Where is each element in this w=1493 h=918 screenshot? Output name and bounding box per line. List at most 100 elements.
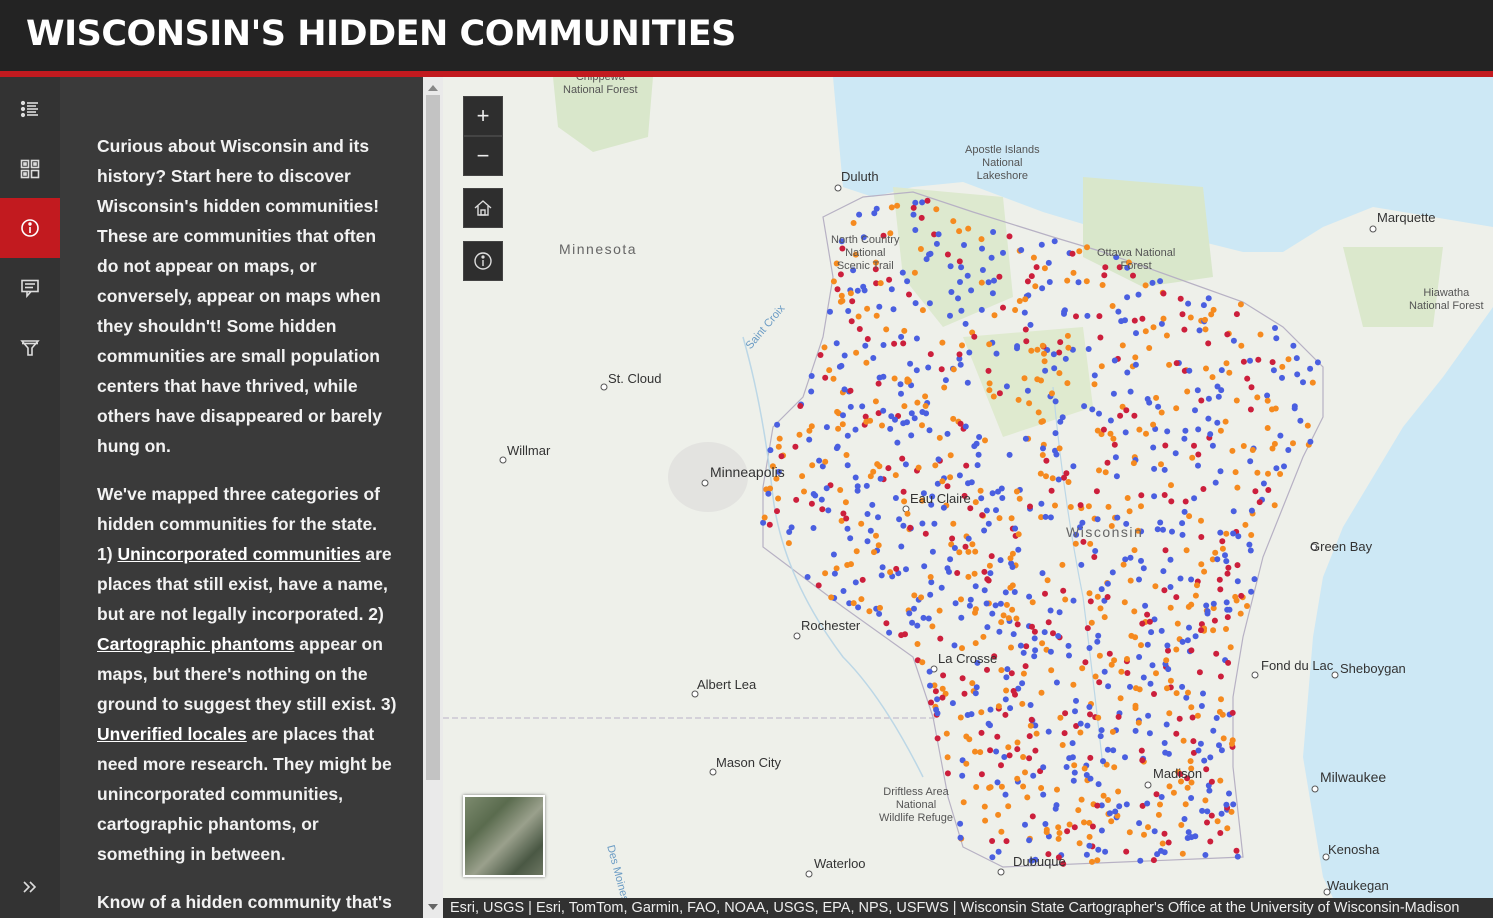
community-point[interactable]: [1196, 327, 1203, 334]
community-point[interactable]: [799, 473, 806, 480]
community-point[interactable]: [1041, 358, 1048, 365]
community-point[interactable]: [954, 570, 961, 576]
community-point[interactable]: [1006, 451, 1013, 458]
community-point[interactable]: [1112, 808, 1119, 815]
community-point[interactable]: [1062, 596, 1069, 603]
community-point[interactable]: [981, 587, 988, 594]
community-point[interactable]: [1151, 828, 1158, 835]
community-point[interactable]: [848, 561, 854, 568]
community-point[interactable]: [949, 535, 956, 542]
community-point[interactable]: [952, 600, 959, 607]
community-point[interactable]: [1033, 730, 1040, 737]
community-point[interactable]: [894, 439, 901, 446]
community-point[interactable]: [955, 295, 961, 302]
community-point[interactable]: [957, 361, 964, 368]
community-point[interactable]: [1158, 627, 1165, 634]
community-point[interactable]: [875, 380, 882, 387]
community-point[interactable]: [1000, 249, 1006, 256]
community-point[interactable]: [956, 472, 963, 479]
community-point[interactable]: [994, 733, 1001, 740]
community-point[interactable]: [1217, 777, 1224, 784]
community-point[interactable]: [1120, 561, 1127, 568]
community-point[interactable]: [859, 576, 866, 583]
community-point[interactable]: [978, 495, 985, 502]
community-point[interactable]: [1050, 351, 1057, 358]
community-point[interactable]: [1087, 754, 1094, 761]
community-point[interactable]: [1233, 311, 1240, 318]
community-point[interactable]: [919, 409, 926, 415]
community-point[interactable]: [1022, 769, 1028, 776]
community-point[interactable]: [1124, 656, 1130, 662]
community-point[interactable]: [914, 641, 921, 647]
community-point[interactable]: [1140, 674, 1147, 681]
community-point[interactable]: [982, 817, 989, 824]
community-point[interactable]: [1304, 422, 1311, 429]
community-point[interactable]: [1081, 765, 1088, 772]
community-point[interactable]: [1157, 519, 1164, 526]
community-point[interactable]: [1198, 397, 1205, 404]
community-point[interactable]: [1209, 374, 1216, 381]
community-point[interactable]: [1247, 406, 1254, 413]
community-point[interactable]: [1018, 247, 1025, 253]
community-point[interactable]: [1123, 848, 1130, 855]
community-point[interactable]: [1035, 409, 1042, 416]
community-point[interactable]: [1277, 471, 1284, 477]
community-point[interactable]: [890, 306, 897, 313]
community-point[interactable]: [1064, 277, 1071, 284]
community-point[interactable]: [993, 748, 1000, 755]
community-point[interactable]: [951, 545, 958, 551]
community-point[interactable]: [1217, 427, 1224, 434]
community-point[interactable]: [1166, 361, 1173, 368]
unverified-link[interactable]: Unverified locales: [97, 724, 247, 744]
community-point[interactable]: [1224, 825, 1231, 832]
community-point[interactable]: [1160, 568, 1167, 575]
community-point[interactable]: [965, 573, 972, 580]
community-point[interactable]: [922, 393, 929, 400]
community-point[interactable]: [1124, 369, 1131, 376]
community-point[interactable]: [998, 783, 1005, 790]
community-point[interactable]: [898, 390, 904, 397]
community-point[interactable]: [922, 530, 929, 537]
community-point[interactable]: [801, 488, 807, 495]
community-point[interactable]: [1005, 803, 1012, 810]
community-point[interactable]: [1142, 282, 1149, 289]
community-point[interactable]: [1140, 565, 1147, 572]
community-point[interactable]: [1121, 599, 1128, 606]
community-point[interactable]: [1057, 714, 1064, 721]
community-point[interactable]: [1107, 417, 1114, 424]
community-point[interactable]: [1008, 644, 1014, 651]
community-point[interactable]: [934, 696, 941, 703]
community-point[interactable]: [1202, 316, 1208, 323]
community-point[interactable]: [910, 204, 917, 211]
community-point[interactable]: [1238, 342, 1245, 349]
community-point[interactable]: [1066, 821, 1073, 828]
community-point[interactable]: [847, 290, 854, 297]
community-point[interactable]: [853, 548, 860, 555]
community-point[interactable]: [979, 245, 985, 252]
community-point[interactable]: [830, 375, 837, 382]
community-point[interactable]: [1016, 298, 1023, 304]
community-point[interactable]: [1015, 396, 1022, 403]
community-point[interactable]: [1115, 713, 1122, 720]
community-point[interactable]: [983, 507, 990, 514]
community-point[interactable]: [1153, 394, 1160, 401]
community-point[interactable]: [1131, 412, 1138, 419]
community-point[interactable]: [966, 349, 973, 356]
community-point[interactable]: [907, 524, 914, 531]
community-point[interactable]: [910, 211, 917, 218]
community-point[interactable]: [1216, 576, 1223, 583]
community-point[interactable]: [960, 799, 967, 806]
community-point[interactable]: [1192, 633, 1199, 640]
community-point[interactable]: [850, 220, 857, 226]
community-point[interactable]: [834, 286, 841, 293]
community-point[interactable]: [956, 228, 963, 235]
community-point[interactable]: [968, 287, 975, 294]
community-point[interactable]: [1176, 715, 1183, 722]
community-point[interactable]: [1010, 688, 1017, 694]
community-point[interactable]: [760, 519, 767, 526]
community-point[interactable]: [926, 427, 933, 434]
community-point[interactable]: [1101, 614, 1108, 621]
community-point[interactable]: [1053, 802, 1060, 809]
community-point[interactable]: [1031, 628, 1038, 635]
community-point[interactable]: [1164, 685, 1170, 692]
